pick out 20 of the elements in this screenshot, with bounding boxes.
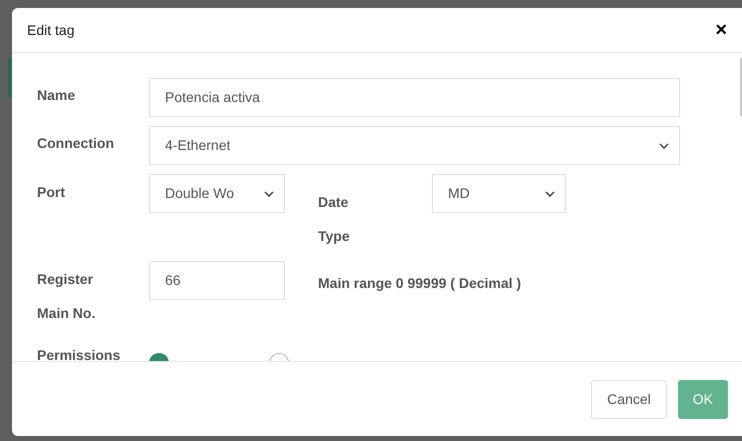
- chevron-down-icon: [545, 190, 555, 196]
- close-button[interactable]: ×: [715, 20, 727, 40]
- connection-select[interactable]: 4-Ethernet: [149, 126, 680, 165]
- chevron-down-icon: [264, 190, 274, 196]
- field-label: Connection: [37, 134, 115, 153]
- field-label: Name: [37, 86, 76, 105]
- data-type-select[interactable]: MD: [432, 174, 566, 213]
- dialog-title: Edit tag: [27, 20, 74, 40]
- name-input[interactable]: Potencia activa: [149, 78, 680, 117]
- chevron-down-icon: [659, 142, 669, 148]
- register-input[interactable]: 66: [149, 261, 285, 300]
- field-label: Port: [37, 183, 66, 202]
- field-label: Main No.: [37, 305, 96, 321]
- field-label: Date: [318, 194, 350, 210]
- field-label: Type: [318, 228, 351, 244]
- field-label: Register: [37, 271, 94, 287]
- range-hint: Main range 0 99999 ( Decimal ): [318, 274, 522, 293]
- field-label: Permissions: [37, 346, 122, 361]
- port-select[interactable]: Double Wo: [149, 174, 285, 213]
- cancel-button[interactable]: Cancel: [591, 380, 667, 418]
